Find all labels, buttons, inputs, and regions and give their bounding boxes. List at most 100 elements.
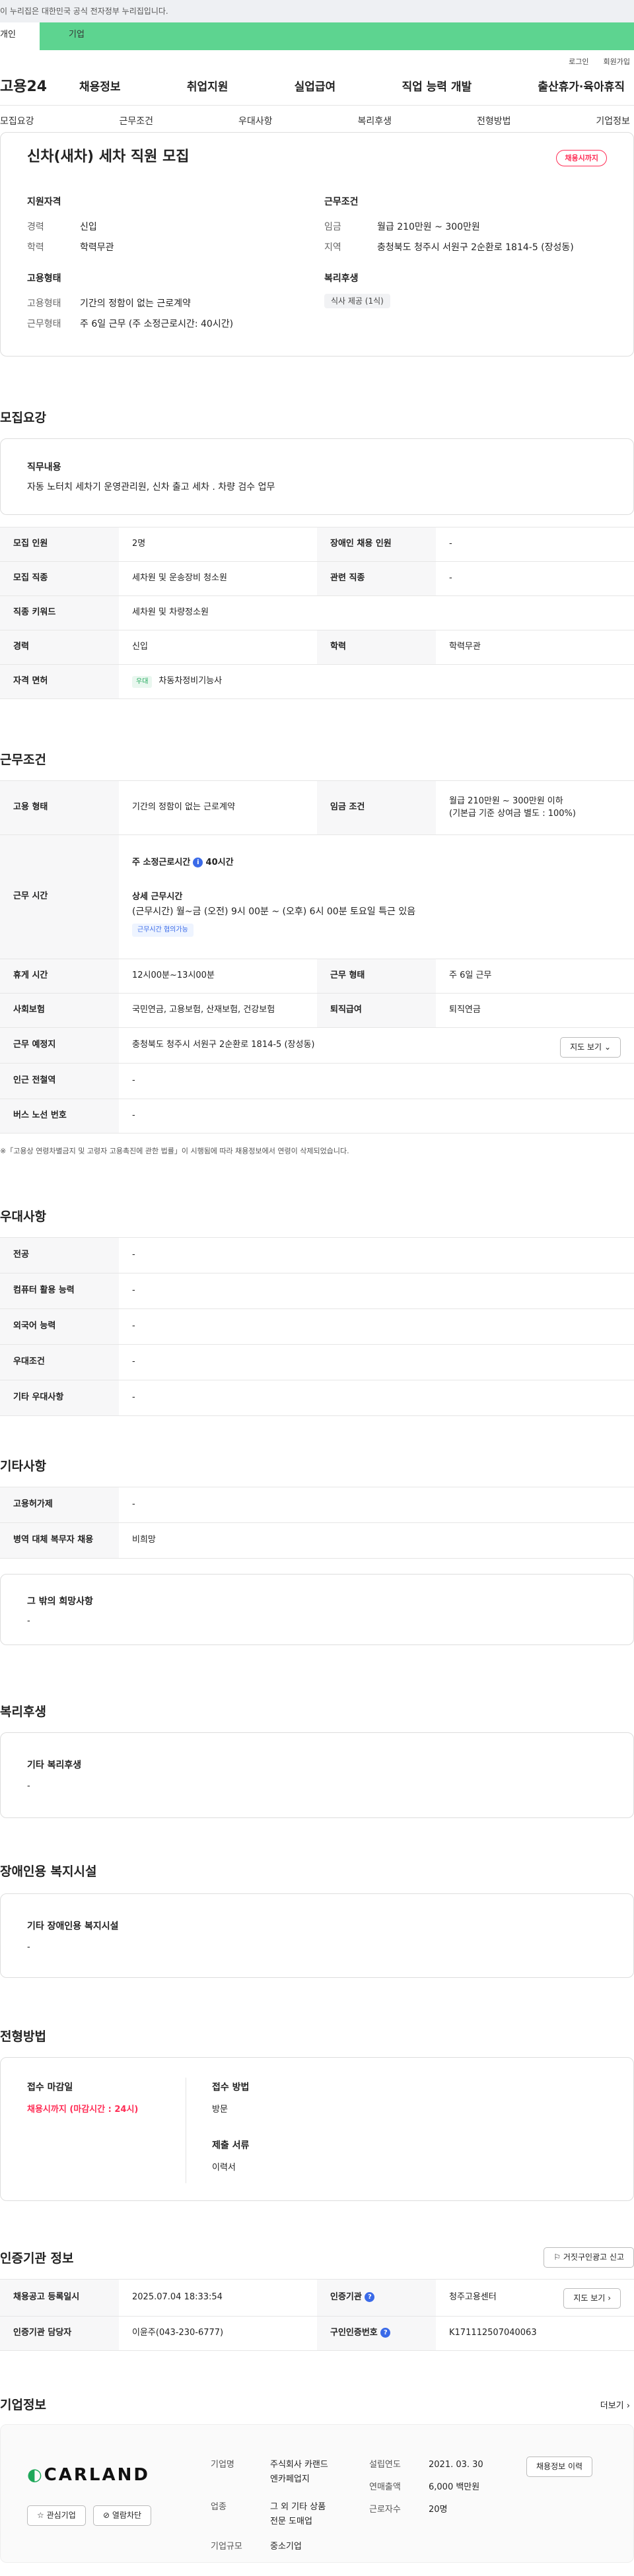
job-description-box: 직무내용 자동 노터치 세차기 운영관리원, 신차 출고 세차 . 차량 검수 … bbox=[0, 438, 634, 515]
welfare-title: 기타 복리후생 bbox=[27, 1760, 82, 1771]
welfare-box: 기타 복리후생 - bbox=[0, 1732, 634, 1818]
cell-key: 우대조건 bbox=[0, 1344, 119, 1380]
table-row: 고용허가제 - bbox=[0, 1487, 634, 1523]
star-icon: ☆ bbox=[37, 2511, 44, 2520]
site-logo[interactable]: 고용24 bbox=[0, 77, 79, 98]
map-button[interactable]: 지도 보기 ⌄ bbox=[560, 1037, 621, 1058]
cell-key: 직종 키워드 bbox=[0, 595, 119, 630]
chevron-down-icon: ⌄ bbox=[604, 1042, 611, 1052]
cell-key: 휴게 시간 bbox=[0, 959, 119, 994]
employment-group: 고용형태 고용형태 기간의 정함이 없는 근로계약 근무형태 주 6일 근무 (주 … bbox=[27, 273, 304, 339]
num-key: 구인인증번호 bbox=[330, 2328, 378, 2338]
tab-conditions[interactable]: 근무조건 bbox=[119, 116, 153, 129]
cell-key: 인증기관 ? bbox=[317, 2279, 436, 2317]
company-box: ◐CARLAND ☆ 관심기업 ⊘ 열람차단 기업명 주식회사 카랜드 엔카페업지… bbox=[0, 2424, 634, 2563]
conditions-table: 고용 형태 기간의 정함이 없는 근로계약 임금 조건 월급 210만원 ~ 3… bbox=[0, 780, 634, 1134]
cell-value-license: 우대 차동차정비기능사 bbox=[119, 664, 634, 699]
tab-company[interactable]: 기업 bbox=[40, 22, 634, 50]
method-value: 방문 bbox=[212, 2105, 228, 2115]
cell-value: 학력무관 bbox=[436, 630, 634, 665]
cell-value: - bbox=[119, 1063, 634, 1099]
cell-value: - bbox=[119, 1487, 634, 1523]
contact-table: 채용공고 등록일시 2025.07.04 18:33:54 인증기관 ? 청주고… bbox=[0, 2279, 634, 2351]
org-map-button[interactable]: 지도 보기 › bbox=[563, 2288, 621, 2309]
hours-negotiable-badge: 근무시간 협의가능 bbox=[132, 924, 194, 937]
staff-key: 근로자수 bbox=[369, 2505, 401, 2515]
cell-value: 월급 210만원 ~ 300만원 이하 (기본급 기준 상여금 별도 : 100%… bbox=[436, 780, 634, 835]
block-view-button[interactable]: ⊘ 열람차단 bbox=[93, 2505, 152, 2526]
cell-value: 충청북도 청주시 서원구 2순환로 1814-5 (장성동) 지도 보기 ⌄ bbox=[119, 1027, 634, 1064]
cell-value: - bbox=[119, 1344, 634, 1380]
gnb-item-jobs[interactable]: 채용정보 bbox=[79, 80, 121, 96]
block-label: 열람차단 bbox=[112, 2511, 142, 2520]
favorite-company-button[interactable]: ☆ 관심기업 bbox=[27, 2505, 86, 2526]
tab-company[interactable]: 기업정보 bbox=[596, 116, 630, 129]
preferences-heading: 우대사항 bbox=[0, 1209, 46, 1224]
staff-value: 20명 bbox=[429, 2505, 448, 2515]
info-icon[interactable]: ? bbox=[380, 2328, 391, 2338]
preferences-table: 전공 - 컴퓨터 활용 능력 - 외국어 능력 - 우대조건 - 기타 우대사항 - bbox=[0, 1237, 634, 1416]
company-heading: 기업정보 bbox=[0, 2398, 46, 2412]
cell-key: 전공 bbox=[0, 1237, 119, 1273]
info-icon[interactable]: ? bbox=[365, 2292, 375, 2303]
global-nav: 고용24 채용정보 취업지원 실업급여 직업 능력 개발 출산휴가·육아휴직 bbox=[0, 70, 634, 106]
hours-detail-title: 상세 근무시간 bbox=[132, 891, 183, 902]
gov-banner-text: 이 누리집은 대한민국 공식 전자정부 누리집입니다. bbox=[0, 7, 168, 16]
cell-key: 고용허가제 bbox=[0, 1487, 119, 1523]
industry-key: 업종 bbox=[211, 2502, 227, 2512]
cell-value: 신입 bbox=[119, 630, 317, 665]
cell-key: 경력 bbox=[0, 630, 119, 665]
tab-recruit[interactable]: 모집요강 bbox=[0, 116, 34, 129]
qual-key: 학력 bbox=[27, 242, 44, 254]
cell-key: 인증기관 담당자 bbox=[0, 2316, 119, 2351]
report-fake-ad-button[interactable]: ⚐ 거짓구인광고 신고 bbox=[544, 2247, 634, 2268]
gnb-item-unemployment[interactable]: 실업급여 bbox=[295, 80, 336, 96]
info-icon[interactable]: i bbox=[193, 857, 203, 867]
gnb-item-parental-leave[interactable]: 출산휴가·육아휴직 bbox=[538, 80, 625, 96]
table-row: 우대조건 - bbox=[0, 1344, 634, 1380]
hours-value: 40시간 bbox=[205, 857, 234, 867]
table-row: 컴퓨터 활용 능력 - bbox=[0, 1273, 634, 1309]
docs-title: 제출 서류 bbox=[212, 2140, 250, 2151]
work-group: 근무조건 임금 월급 210만원 ~ 300만원 지역 충청북도 청주시 서원구 2… bbox=[324, 196, 615, 263]
hiring-history-button[interactable]: 채용정보 이력 bbox=[526, 2457, 593, 2477]
org-key: 인증기관 bbox=[330, 2292, 362, 2303]
signup-link[interactable]: 회원가입 bbox=[604, 57, 630, 70]
welfare-summary-group: 복리후생 식사 제공 (1식) bbox=[324, 273, 615, 309]
tab-welfare[interactable]: 복리후생 bbox=[357, 116, 392, 129]
employment-title: 고용형태 bbox=[27, 273, 61, 284]
contact-heading: 인증기관 정보 bbox=[0, 2251, 74, 2266]
company-logo: ◐CARLAND bbox=[27, 2463, 150, 2487]
welfare-value: - bbox=[27, 1781, 30, 1791]
gnb-menu: 채용정보 취업지원 실업급여 직업 능력 개발 출산휴가·육아휴직 bbox=[79, 80, 634, 96]
disability-title: 기타 장애인용 복지시설 bbox=[27, 1921, 119, 1932]
cell-value: 세차원 및 운송장비 청소원 bbox=[119, 561, 317, 596]
table-row: 휴게 시간 12시00분~13시00분 근무 형태 주 6일 근무 bbox=[0, 959, 634, 994]
cell-value: - bbox=[436, 527, 634, 562]
cell-value: 퇴직연금 bbox=[436, 993, 634, 1028]
cell-value: - bbox=[436, 561, 634, 596]
org-name: 청주고용센터 bbox=[449, 2292, 497, 2303]
hours-label: 주 소정근로시간 bbox=[132, 857, 191, 867]
industry-value: 그 외 기타 상품 전문 도매업 bbox=[270, 2501, 326, 2528]
table-row: 직종 키워드 세차원 및 차량정소원 bbox=[0, 595, 634, 630]
gnb-item-training[interactable]: 직업 능력 개발 bbox=[402, 80, 472, 96]
disability-value: - bbox=[27, 1942, 30, 1952]
age-law-note: ※「고용상 연령차별금지 및 고령자 고용촉진에 관한 법률」이 시행됨에 따라… bbox=[0, 1147, 349, 1155]
tab-preferences[interactable]: 우대사항 bbox=[238, 116, 273, 129]
org-map-label: 지도 보기 bbox=[573, 2293, 606, 2303]
work-value: 충청북도 청주시 서원구 2순환로 1814-5 (장성동) bbox=[377, 242, 574, 254]
deadline-badge: 채용시까지 bbox=[556, 150, 607, 167]
cell-value: 주 6일 근무 bbox=[436, 959, 634, 994]
company-size-key: 기업규모 bbox=[211, 2542, 242, 2552]
company-logo-text: CARLAND bbox=[44, 2465, 150, 2485]
cell-key: 장애인 채용 인원 bbox=[317, 527, 436, 562]
company-more-link[interactable]: 더보기 › bbox=[600, 2400, 630, 2412]
founded-key: 설립연도 bbox=[369, 2460, 401, 2470]
gnb-item-employment[interactable]: 취업지원 bbox=[187, 80, 229, 96]
utility-links: 로그인 회원가입 bbox=[0, 50, 634, 70]
login-link[interactable]: 로그인 bbox=[569, 57, 588, 70]
table-row: 경력 신입 학력 학력무관 bbox=[0, 630, 634, 665]
tab-selection[interactable]: 전형방법 bbox=[477, 116, 511, 129]
tab-personal[interactable]: 개인 bbox=[0, 22, 40, 50]
